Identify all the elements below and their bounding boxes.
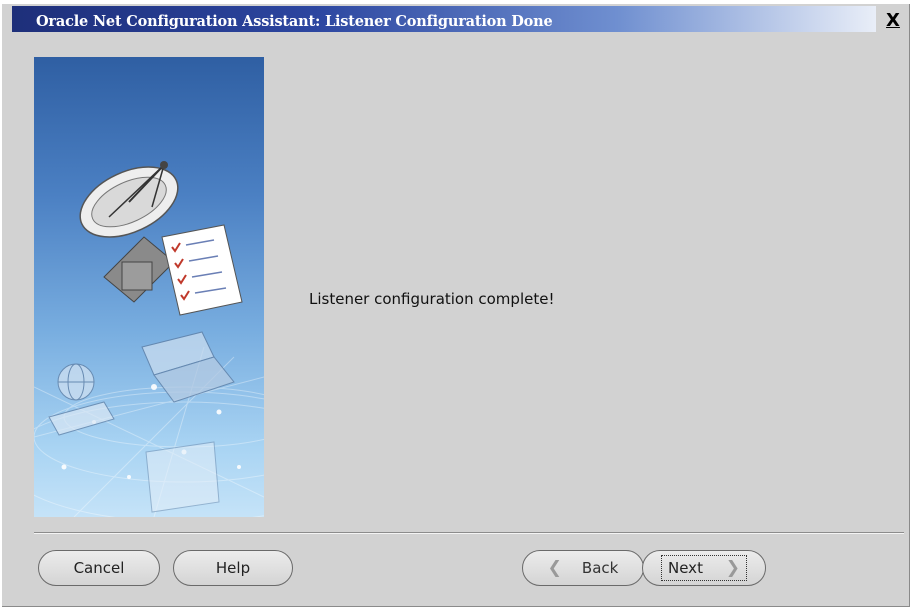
title-bar: Oracle Net Configuration Assistant: List… <box>2 4 908 34</box>
globe-icon <box>57 363 95 401</box>
wizard-illustration <box>34 57 264 517</box>
close-button[interactable]: X <box>882 10 904 32</box>
laptop-icon <box>141 331 235 403</box>
next-button-label: Next <box>668 559 703 577</box>
dialog-window: Oracle Net Configuration Assistant: List… <box>2 4 910 607</box>
help-button[interactable]: Help <box>173 550 293 586</box>
chevron-right-icon: ❯ <box>725 558 740 578</box>
cancel-button[interactable]: Cancel <box>38 550 160 586</box>
back-button-label: Back <box>581 559 619 577</box>
cancel-button-label: Cancel <box>73 559 125 577</box>
help-button-label: Help <box>215 559 251 577</box>
next-button[interactable]: Next ❯ <box>642 550 766 586</box>
folder-icon <box>145 441 220 513</box>
satellite-dish-icon <box>79 161 179 303</box>
button-separator <box>34 532 904 534</box>
status-message: Listener configuration complete! <box>309 290 555 308</box>
illustration-art <box>34 161 264 517</box>
back-button[interactable]: ❮ Back <box>522 550 644 586</box>
chevron-left-icon: ❮ <box>547 558 562 578</box>
window-title: Oracle Net Configuration Assistant: List… <box>36 13 553 30</box>
checklist-document-icon <box>161 224 243 316</box>
next-focus-ring: Next ❯ <box>661 555 747 581</box>
